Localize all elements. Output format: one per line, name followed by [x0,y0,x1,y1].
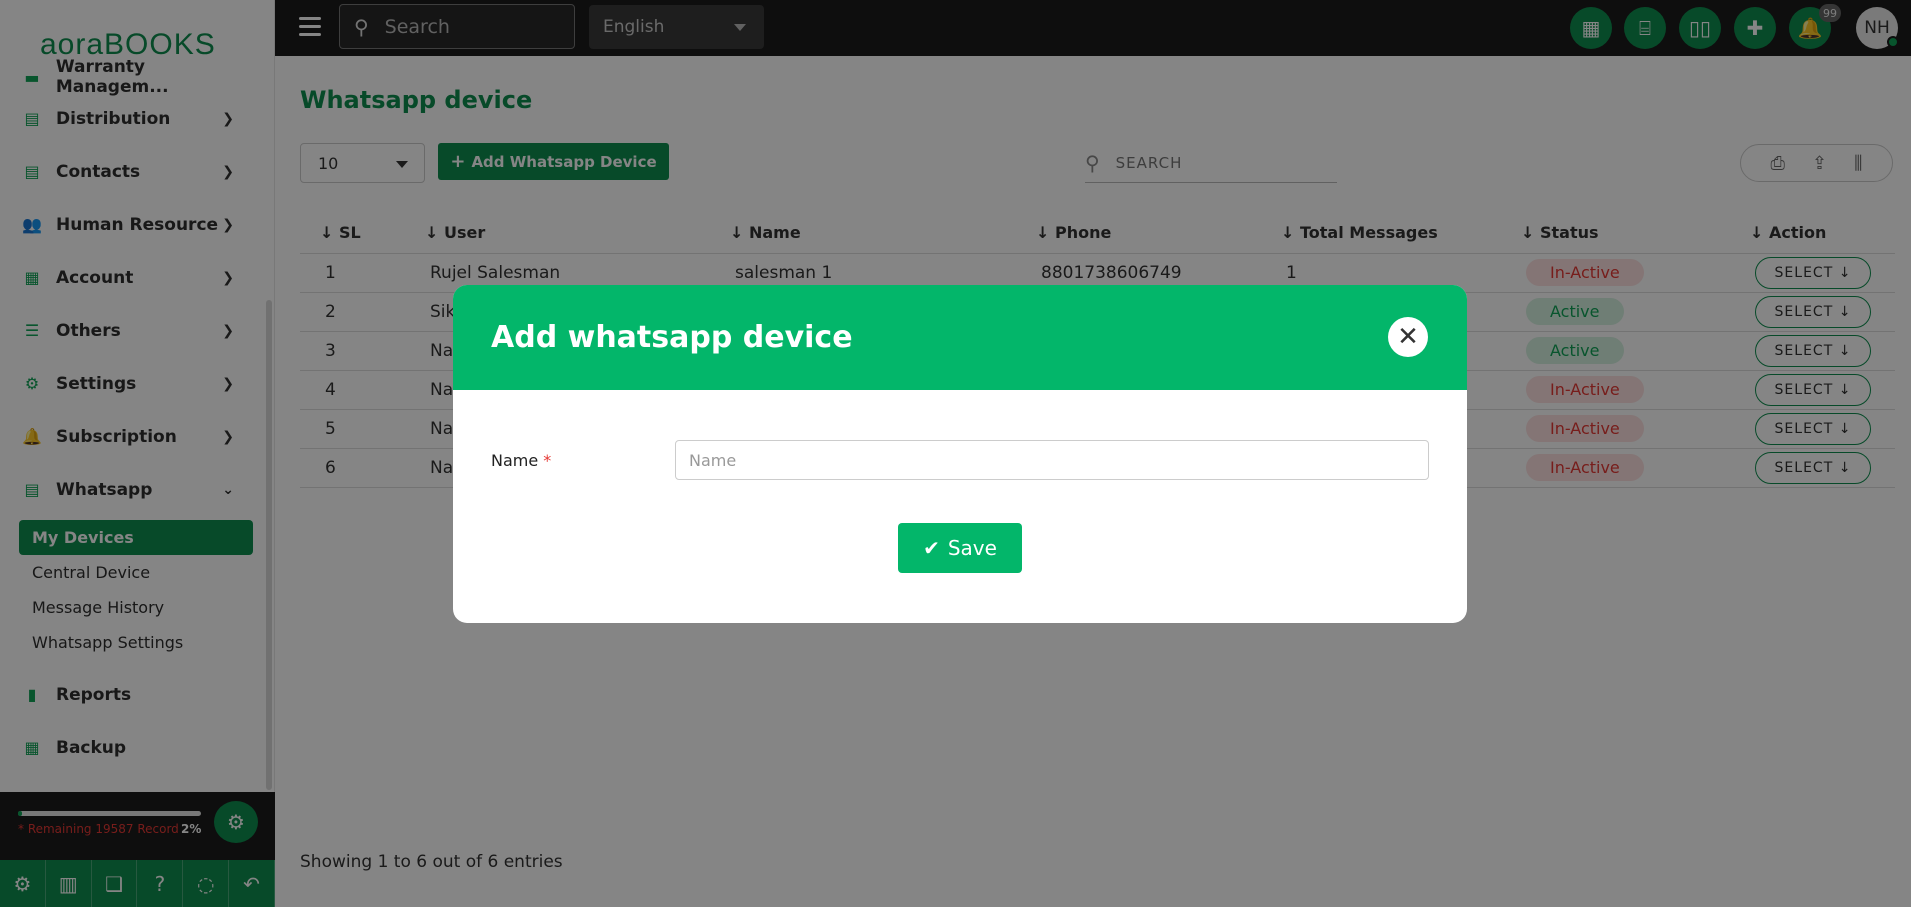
modal-title: Add whatsapp device [491,320,853,355]
close-icon: ✕ [1397,322,1419,352]
add-device-modal: Add whatsapp device ✕ Name * ✔ Save [453,285,1467,623]
save-button[interactable]: ✔ Save [898,523,1022,573]
name-field[interactable] [675,440,1429,480]
modal-close-button[interactable]: ✕ [1388,317,1428,357]
modal-header: Add whatsapp device ✕ [453,285,1467,390]
required-mark: * [543,451,552,470]
name-field-label: Name * [491,451,552,470]
check-icon: ✔ [923,536,940,560]
